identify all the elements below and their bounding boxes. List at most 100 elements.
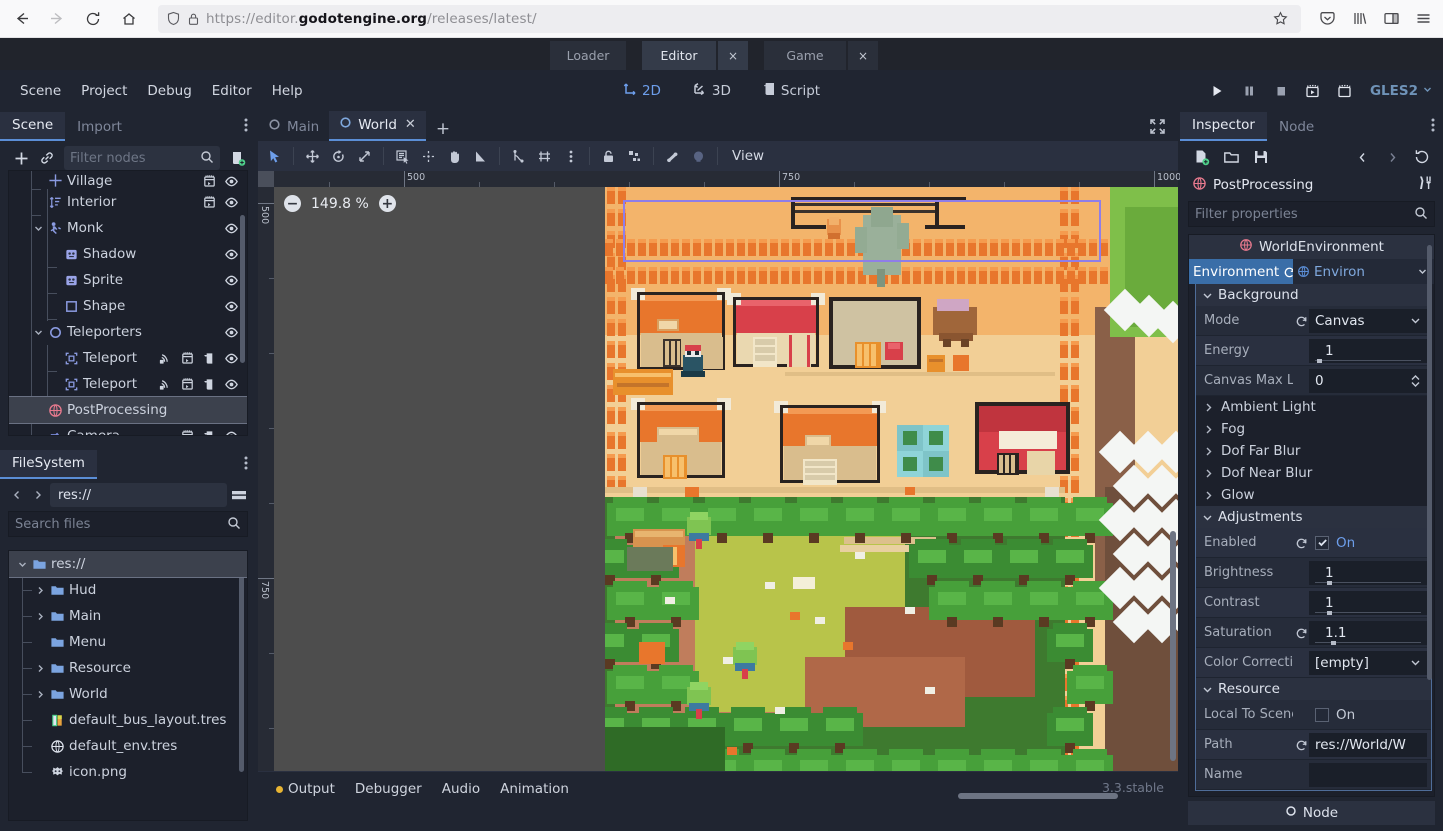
spinner-arrows-icon[interactable] bbox=[1410, 374, 1421, 388]
history-icon[interactable] bbox=[1411, 146, 1433, 168]
scene-tree-item-shape[interactable]: Shape bbox=[9, 293, 247, 319]
property-row-local-to-scene[interactable]: Local To SceneOn bbox=[1196, 700, 1431, 730]
property-value-canvas-max-la[interactable]: 0 bbox=[1309, 369, 1427, 393]
chevron-right-icon[interactable] bbox=[33, 611, 47, 622]
pivot-mode-icon[interactable] bbox=[416, 143, 441, 169]
tab-import[interactable]: Import bbox=[65, 114, 134, 141]
bookmark-star-icon[interactable] bbox=[1267, 6, 1293, 32]
mode-tab-script[interactable]: Script bbox=[755, 78, 828, 104]
filter-nodes-input[interactable]: Filter nodes bbox=[64, 146, 220, 170]
inspector-property-list[interactable]: WorldEnvironment Environment Environ bbox=[1188, 234, 1435, 797]
filesystem-dock-menu-icon[interactable] bbox=[244, 455, 248, 474]
chevron-left-icon[interactable] bbox=[8, 485, 26, 505]
history-forward-icon[interactable] bbox=[1381, 146, 1403, 168]
forward-arrow-icon[interactable] bbox=[42, 4, 72, 34]
filesystem-item-icon-png[interactable]: icon.png bbox=[9, 759, 247, 785]
bottom-tab-audio[interactable]: Audio bbox=[434, 778, 488, 800]
filesystem-item-default-bus-layout-tres[interactable]: default_bus_layout.tres bbox=[9, 707, 247, 733]
group-icon[interactable] bbox=[622, 143, 647, 169]
select-mode-icon[interactable] bbox=[262, 143, 287, 169]
inspector-section-dof-near-blur[interactable]: Dof Near Blur bbox=[1196, 462, 1431, 484]
scene-tree-item-postprocessing[interactable]: PostProcessing bbox=[9, 397, 247, 423]
page-tab-editor[interactable]: Editor bbox=[642, 41, 716, 70]
viewport-horizontal-scrollbar[interactable] bbox=[958, 793, 1118, 799]
property-row-mode[interactable]: ModeCanvas bbox=[1196, 306, 1431, 336]
bottom-tab-output[interactable]: Output bbox=[268, 778, 343, 800]
slider-grabber-contrast[interactable] bbox=[1327, 611, 1332, 615]
instance-icon[interactable] bbox=[201, 428, 217, 436]
script-icon[interactable] bbox=[201, 173, 217, 189]
property-value-enabled[interactable]: On bbox=[1309, 531, 1427, 555]
property-value-saturation[interactable]: 1.1 bbox=[1309, 621, 1427, 645]
bone-icon[interactable] bbox=[686, 143, 711, 169]
instance-child-scene-icon[interactable] bbox=[36, 147, 58, 169]
renderer-selector[interactable]: GLES2 bbox=[1370, 83, 1433, 99]
chevron-down-icon[interactable] bbox=[1410, 657, 1421, 668]
chevron-down-icon[interactable] bbox=[15, 559, 29, 570]
property-environment[interactable]: Environment Environ bbox=[1189, 259, 1434, 284]
new-resource-icon[interactable] bbox=[1190, 146, 1212, 168]
bottom-tab-animation[interactable]: Animation bbox=[492, 778, 577, 800]
inspector-section-dof-far-blur[interactable]: Dof Far Blur bbox=[1196, 440, 1431, 462]
chevron-right-icon[interactable] bbox=[33, 663, 47, 674]
visibility-icon[interactable] bbox=[223, 194, 239, 210]
property-value-name[interactable] bbox=[1309, 763, 1427, 787]
inspector-section-ambient-light[interactable]: Ambient Light bbox=[1196, 396, 1431, 418]
view-menu-button[interactable]: View bbox=[724, 148, 772, 164]
chevron-right-icon[interactable] bbox=[33, 689, 47, 700]
filesystem-item-menu[interactable]: Menu bbox=[9, 629, 247, 655]
slider-grabber-energy[interactable] bbox=[1317, 359, 1322, 363]
tab-filesystem[interactable]: FileSystem bbox=[0, 450, 97, 479]
menu-debug[interactable]: Debug bbox=[137, 79, 201, 103]
filesystem-search-input[interactable]: Search files bbox=[8, 511, 248, 537]
history-back-icon[interactable] bbox=[1351, 146, 1373, 168]
checkbox-local-to-scene[interactable] bbox=[1315, 708, 1329, 722]
close-icon[interactable]: ✕ bbox=[405, 117, 416, 132]
add-scene-tab-button[interactable]: + bbox=[426, 117, 460, 141]
play-custom-scene-icon[interactable] bbox=[1330, 76, 1360, 106]
scene-tab-world[interactable]: World ✕ bbox=[329, 111, 426, 141]
mode-tab-3d[interactable]: 3D bbox=[685, 78, 739, 104]
visibility-icon[interactable] bbox=[223, 376, 239, 392]
slider-track-energy[interactable] bbox=[1315, 360, 1421, 361]
viewport-vertical-scrollbar[interactable] bbox=[1170, 531, 1176, 761]
instance-icon[interactable] bbox=[201, 350, 217, 366]
tab-scene[interactable]: Scene bbox=[0, 112, 65, 141]
chevron-down-icon[interactable] bbox=[1410, 315, 1421, 326]
rotate-mode-icon[interactable] bbox=[326, 143, 351, 169]
visibility-icon[interactable] bbox=[223, 298, 239, 314]
signal-icon[interactable] bbox=[157, 376, 173, 392]
zoom-out-button[interactable]: − bbox=[284, 195, 301, 212]
revert-icon[interactable] bbox=[1293, 738, 1309, 751]
revert-icon[interactable] bbox=[1293, 314, 1309, 327]
zoom-in-button[interactable]: + bbox=[379, 195, 396, 212]
property-value-energy[interactable]: 1 bbox=[1309, 339, 1427, 363]
scene-tree[interactable]: Village Interior bbox=[8, 170, 248, 436]
scene-tree-item-teleporters[interactable]: Teleporters bbox=[9, 319, 247, 345]
scene-tree-item-camera[interactable]: Camera bbox=[9, 423, 247, 436]
inspector-section-glow[interactable]: Glow bbox=[1196, 484, 1431, 506]
property-value-brightness[interactable]: 1 bbox=[1309, 561, 1427, 585]
property-row-saturation[interactable]: Saturation1.1 bbox=[1196, 618, 1431, 648]
stop-icon[interactable] bbox=[1266, 76, 1296, 106]
pocket-icon[interactable] bbox=[1311, 4, 1343, 34]
page-tab-loader[interactable]: Loader bbox=[550, 41, 626, 70]
snap-options-icon[interactable] bbox=[558, 143, 583, 169]
filesystem-item-main[interactable]: Main bbox=[9, 603, 247, 629]
property-value-path[interactable]: res://World/W bbox=[1309, 733, 1427, 757]
pan-mode-icon[interactable] bbox=[442, 143, 467, 169]
checkbox-enabled[interactable] bbox=[1315, 536, 1329, 550]
sidebar-icon[interactable] bbox=[1375, 4, 1407, 34]
inspector-dock-menu-icon[interactable] bbox=[1431, 117, 1435, 136]
inspector-section-fog[interactable]: Fog bbox=[1196, 418, 1431, 440]
scene-dock-menu-icon[interactable] bbox=[244, 117, 248, 136]
property-row-contrast[interactable]: Contrast1 bbox=[1196, 588, 1431, 618]
bottom-tab-debugger[interactable]: Debugger bbox=[347, 778, 430, 800]
visibility-icon[interactable] bbox=[223, 324, 239, 340]
property-row-color-correctio[interactable]: Color Correctio[empty] bbox=[1196, 648, 1431, 678]
filesystem-item-resource[interactable]: Resource bbox=[9, 655, 247, 681]
scene-tree-item-shadow[interactable]: Shadow bbox=[9, 241, 247, 267]
object-tools-icon[interactable] bbox=[1417, 175, 1433, 195]
instance-icon[interactable] bbox=[201, 376, 217, 392]
menu-project[interactable]: Project bbox=[71, 79, 137, 103]
